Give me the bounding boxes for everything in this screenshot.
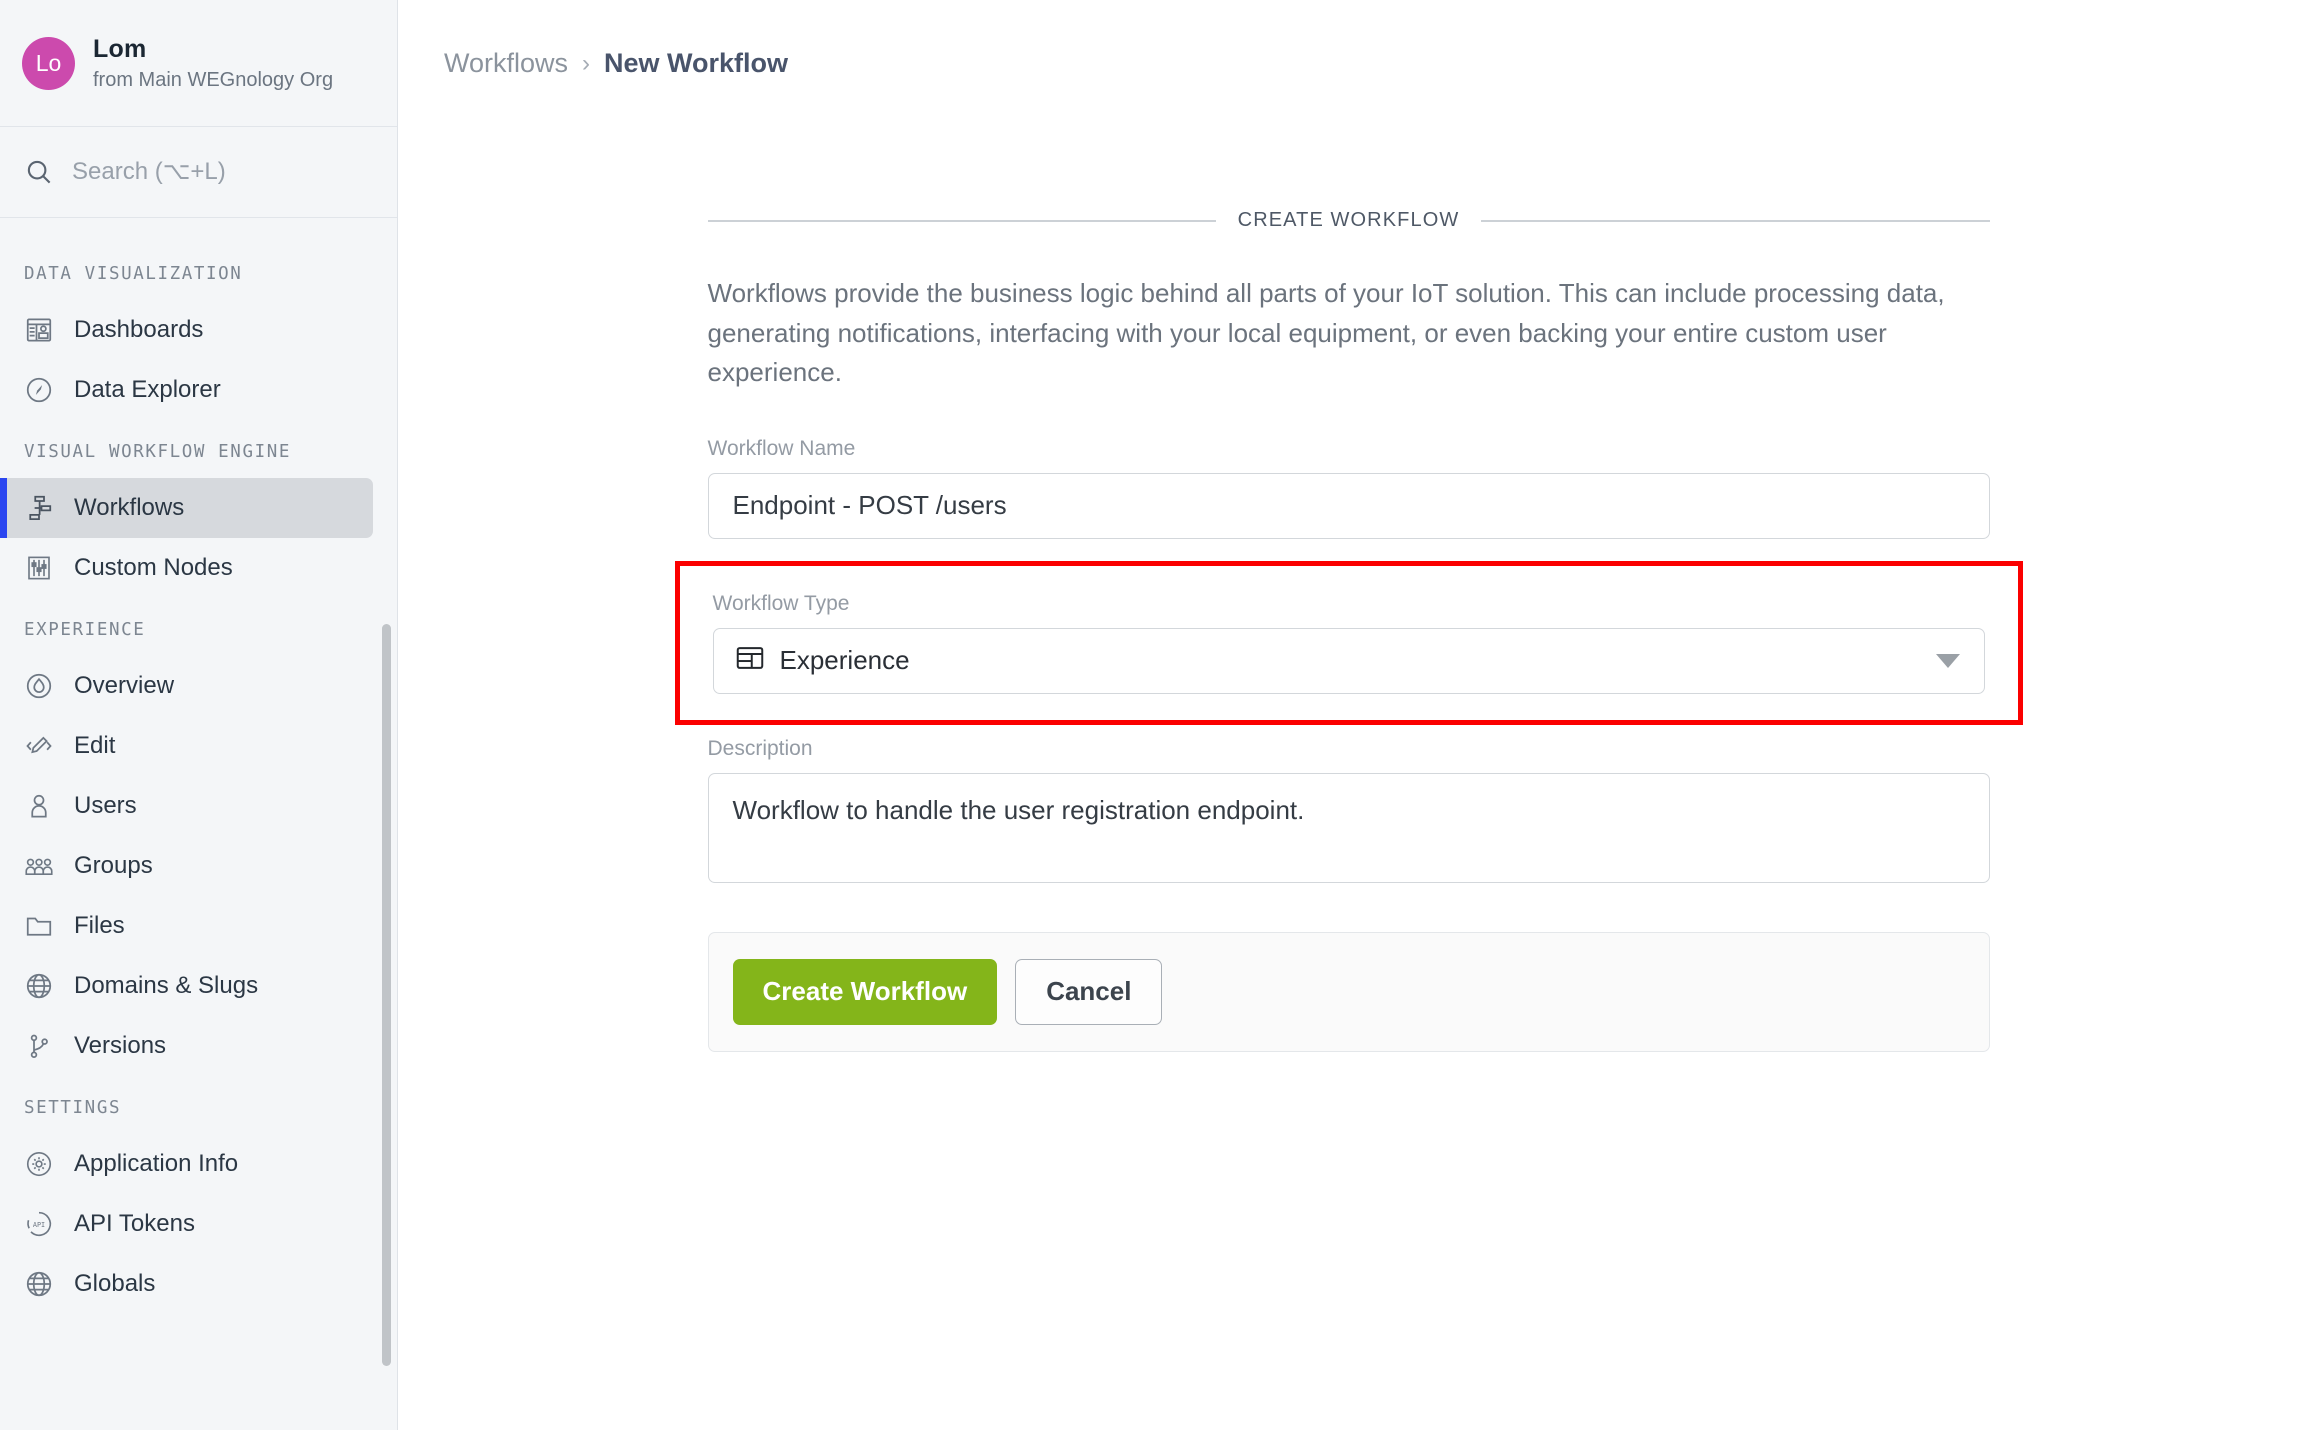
panel-legend: CREATE WORKFLOW (707, 209, 1990, 232)
workflow-type-label: Workflow Type (712, 591, 850, 615)
search-icon (24, 157, 54, 187)
sidebar-item-label: Dashboards (74, 316, 204, 343)
workflow-type-select[interactable]: Experience (712, 627, 1985, 694)
org-text: Lom from Main WEGnology Org (93, 35, 333, 92)
app-root: Lo Lom from Main WEGnology Org DATA VISU… (0, 0, 2299, 1430)
form-actions: Create Workflow Cancel (707, 931, 1990, 1052)
sidebar-item-label: Overview (74, 672, 175, 699)
breadcrumb-separator-icon: › (582, 49, 591, 77)
sidebar-item-label: Workflows (74, 494, 185, 521)
sidebar-item-users[interactable]: Users (0, 776, 373, 836)
sidebar-item-workflows[interactable]: Workflows (0, 478, 373, 538)
gear-circle-icon (24, 1149, 54, 1179)
description-label: Description (707, 736, 813, 760)
globe-www-icon (24, 971, 54, 1001)
sidebar-item-label: Versions (74, 1032, 167, 1059)
workflow-type-value: Experience (779, 645, 910, 676)
nav-section-title-data-visualization: DATA VISUALIZATION (24, 264, 243, 284)
code-pencil-icon (24, 731, 54, 761)
api-circle-icon: API (24, 1209, 54, 1239)
description-textarea[interactable]: Workflow to handle the user registration… (707, 772, 1990, 883)
legend-divider-left (707, 219, 1216, 222)
sidebar-item-label: Files (74, 912, 125, 939)
sidebar-item-files[interactable]: Files (0, 896, 373, 956)
nav-section-title-settings: SETTINGS (24, 1098, 122, 1118)
sliders-icon (24, 553, 54, 583)
folder-icon (24, 911, 54, 941)
main-content: Workflows › New Workflow CREATE WORKFLOW… (398, 0, 2299, 1430)
description-field: Description Workflow to handle the user … (707, 736, 1990, 888)
sidebar-item-edit[interactable]: Edit (0, 716, 373, 776)
create-workflow-panel: CREATE WORKFLOW Workflows provide the bu… (674, 209, 2023, 1052)
workflow-type-highlight-box: Workflow Type Experience (674, 560, 2023, 725)
flame-circle-icon (24, 671, 54, 701)
sidebar-item-label: Edit (74, 732, 116, 759)
dashboard-icon (24, 315, 54, 345)
sidebar-item-domains-slugs[interactable]: Domains & Slugs (0, 956, 373, 1016)
breadcrumb-parent-link[interactable]: Workflows (444, 48, 568, 79)
sidebar-item-label: Custom Nodes (74, 554, 233, 581)
sidebar-item-label: Application Info (74, 1150, 239, 1177)
create-workflow-button[interactable]: Create Workflow (732, 958, 998, 1025)
org-name: Lom (93, 34, 147, 63)
sidebar-item-label: API Tokens (74, 1210, 195, 1237)
globe-icon (24, 1269, 54, 1299)
branch-icon (24, 1031, 54, 1061)
sidebar-item-globals[interactable]: Globals (0, 1254, 373, 1314)
browser-window-icon (736, 646, 764, 675)
sidebar-item-versions[interactable]: Versions (0, 1016, 373, 1076)
nav-section-title-visual-workflow-engine: VISUAL WORKFLOW ENGINE (24, 442, 291, 462)
org-subtitle: from Main WEGnology Org (93, 68, 334, 91)
sidebar-item-custom-nodes[interactable]: Custom Nodes (0, 538, 373, 598)
compass-icon (24, 375, 54, 405)
panel-title: CREATE WORKFLOW (1237, 209, 1460, 231)
workflow-name-label: Workflow Name (707, 436, 856, 460)
sidebar-nav: DATA VISUALIZATION Dashboards Data Explo… (0, 218, 397, 1430)
avatar: Lo (22, 36, 75, 90)
sidebar-item-label: Users (74, 792, 137, 819)
breadcrumb: Workflows › New Workflow (398, 0, 2299, 127)
sidebar-item-label: Groups (74, 852, 153, 879)
sidebar: Lo Lom from Main WEGnology Org DATA VISU… (0, 0, 398, 1430)
sidebar-item-label: Data Explorer (74, 376, 221, 403)
cancel-button[interactable]: Cancel (1015, 958, 1163, 1025)
workflow-icon (24, 493, 54, 523)
group-icon (24, 851, 54, 881)
sidebar-scrollbar[interactable] (382, 624, 391, 1366)
workflow-name-field: Workflow Name (707, 436, 1990, 539)
user-icon (24, 791, 54, 821)
nav-section-title-experience: EXPERIENCE (24, 620, 146, 640)
chevron-down-icon (1935, 653, 1960, 668)
form-container: CREATE WORKFLOW Workflows provide the bu… (398, 127, 2299, 1052)
sidebar-item-label: Globals (74, 1270, 156, 1297)
search-row[interactable] (0, 127, 397, 218)
legend-divider-right (1481, 219, 1990, 222)
sidebar-item-overview[interactable]: Overview (0, 656, 373, 716)
sidebar-item-api-tokens[interactable]: API API Tokens (0, 1194, 373, 1254)
sidebar-item-groups[interactable]: Groups (0, 836, 373, 896)
sidebar-item-dashboards[interactable]: Dashboards (0, 300, 373, 360)
breadcrumb-current: New Workflow (604, 48, 789, 78)
org-header[interactable]: Lo Lom from Main WEGnology Org (0, 0, 397, 127)
intro-text: Workflows provide the business logic beh… (707, 278, 1945, 388)
sidebar-item-data-explorer[interactable]: Data Explorer (0, 360, 373, 420)
search-input[interactable] (72, 158, 373, 186)
svg-text:API: API (33, 1221, 45, 1229)
sidebar-item-application-info[interactable]: Application Info (0, 1134, 373, 1194)
workflow-name-input[interactable] (707, 472, 1990, 539)
sidebar-item-label: Domains & Slugs (74, 972, 259, 999)
